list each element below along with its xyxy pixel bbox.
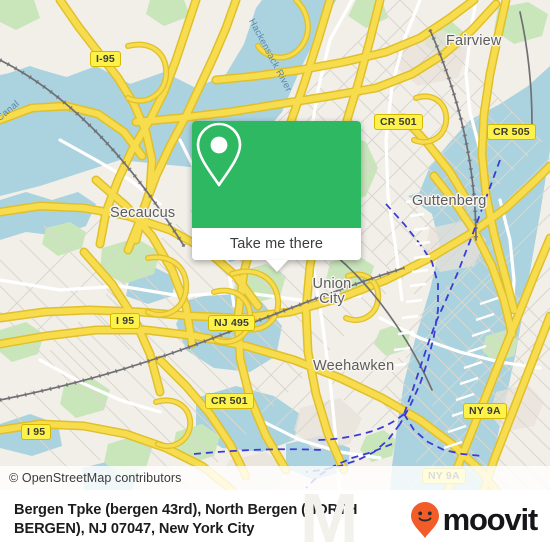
map-canvas[interactable]: Fairview Guttenberg Secaucus Union City …	[0, 0, 550, 490]
map-attribution-bar: © OpenStreetMap contributors	[0, 466, 550, 490]
map-shield-cr-501-south: CR 501	[205, 393, 254, 409]
popup-card[interactable]: Take me there	[192, 121, 361, 260]
location-address: Bergen Tpke (bergen 43rd), North Bergen …	[14, 502, 358, 537]
moovit-wordmark: moovit	[442, 502, 539, 537]
map-shield-i-95-north: I-95	[90, 51, 121, 67]
footer-bar: M Bergen Tpke (bergen 43rd), North Berge…	[0, 479, 550, 550]
map-shield-cr-501-north: CR 501	[374, 114, 423, 130]
map-shield-nj-495: NJ 495	[208, 315, 256, 331]
popup-take-me-there-button[interactable]: Take me there	[192, 228, 361, 260]
map-shield-i-95-south: I 95	[21, 424, 52, 440]
popup-button-label: Take me there	[229, 236, 324, 252]
map-pin-icon	[196, 122, 242, 187]
map-shield-ny-9a-north: NY 9A	[463, 403, 507, 419]
map-screenshot: Fairview Guttenberg Secaucus Union City …	[0, 0, 550, 550]
moovit-smiley-pin-icon	[410, 502, 439, 538]
popup-card-header	[192, 121, 361, 228]
map-shield-cr-505: CR 505	[487, 124, 536, 140]
moovit-logo[interactable]: moovit	[409, 501, 550, 539]
popup-tail	[265, 260, 288, 272]
map-attribution-text: © OpenStreetMap contributors	[9, 471, 182, 485]
location-popup[interactable]: Take me there	[192, 121, 361, 272]
map-shield-i-95-mid: I 95	[110, 313, 141, 329]
